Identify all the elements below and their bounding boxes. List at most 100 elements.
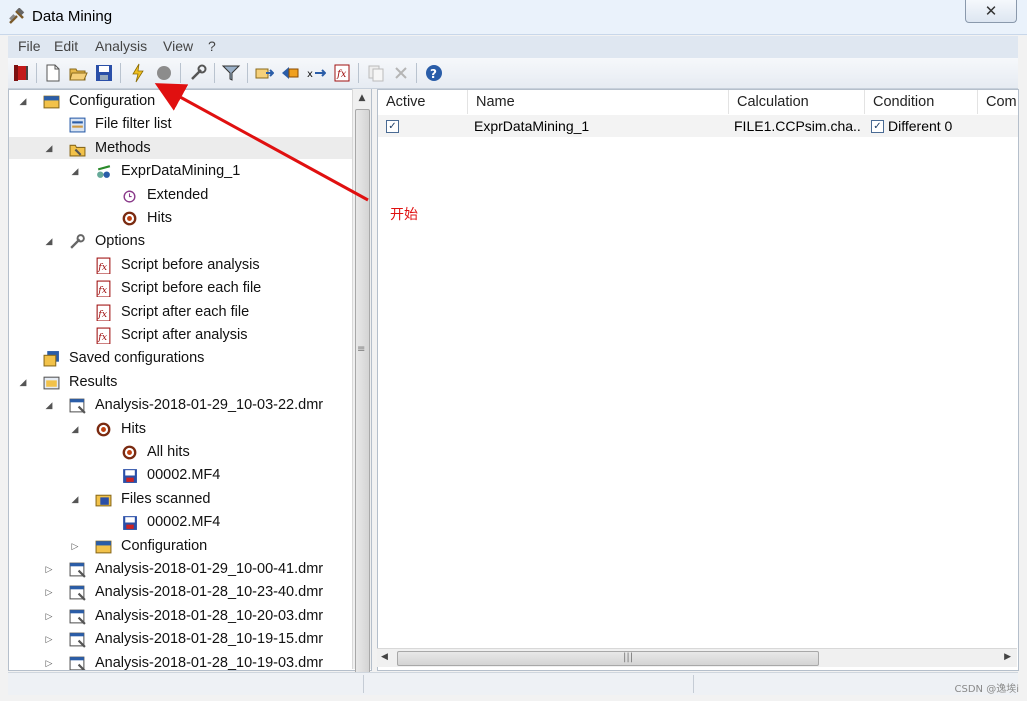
tree-item[interactable]: Saved configurations (9, 347, 353, 369)
tree-item[interactable]: 00002.MF4 (9, 511, 353, 533)
active-checkbox[interactable]: ✓ (386, 120, 399, 133)
hits-icon (122, 445, 137, 460)
scroll-thumb[interactable] (355, 109, 370, 676)
svg-text:fx: fx (97, 285, 108, 296)
tree-item[interactable]: ◢ Configuration (9, 90, 353, 112)
extended-icon (123, 190, 136, 203)
tree-item[interactable]: ◢ Files scanned (9, 488, 353, 510)
column-header-active[interactable]: Active (378, 90, 468, 114)
tree-item-label: 00002.MF4 (147, 467, 221, 484)
collapse-arrow-icon[interactable]: ◢ (43, 137, 55, 159)
toolbar-separator (247, 63, 248, 83)
tree-item[interactable]: ◢ Options (9, 230, 353, 252)
new-icon[interactable] (43, 63, 63, 83)
expression-icon (97, 165, 111, 179)
menu-analysis[interactable]: Analysis (95, 38, 147, 54)
tree-item[interactable]: ◢ Hits (9, 418, 353, 440)
collapse-arrow-icon[interactable]: ◢ (17, 371, 29, 393)
tree-vertical-scrollbar[interactable]: ▲ ≡ (352, 89, 371, 676)
column-header-comment[interactable]: Com (978, 90, 1018, 114)
expand-arrow-icon[interactable]: ▷ (43, 628, 55, 650)
tree-item-label: Hits (121, 420, 146, 437)
tree-item[interactable]: ◢ ExprDataMining_1 (9, 160, 353, 182)
expand-arrow-icon[interactable]: ▷ (43, 605, 55, 627)
collapse-arrow-icon[interactable]: ◢ (17, 90, 29, 112)
tree-item[interactable]: ▷ Analysis-2018-01-29_10-00-41.dmr (9, 558, 353, 580)
collapse-arrow-icon[interactable]: ◢ (43, 394, 55, 416)
tree-item[interactable]: ◢ Methods (9, 136, 353, 159)
table-row[interactable]: ✓ ExprDataMining_1 FILE1.CCPsim.cha... ✓… (378, 115, 1018, 137)
row-condition: Different 0 (888, 118, 953, 134)
help-icon[interactable]: ? (424, 63, 444, 83)
export-icon[interactable] (254, 63, 274, 83)
column-header-calculation[interactable]: Calculation (729, 90, 865, 114)
scroll-left-icon[interactable]: ◀ (381, 652, 388, 662)
script-icon: fx (96, 304, 111, 321)
column-header-condition[interactable]: Condition (865, 90, 978, 114)
scroll-right-icon[interactable]: ▶ (1004, 652, 1011, 662)
expand-arrow-icon[interactable]: ▷ (43, 558, 55, 580)
scroll-thumb[interactable]: ||| (397, 651, 819, 666)
toolbar-separator (214, 63, 215, 83)
analysis-file-icon (69, 656, 86, 670)
condition-checkbox[interactable]: ✓ (871, 120, 884, 133)
start-icon[interactable] (128, 63, 148, 83)
analysis-file-icon (69, 585, 86, 602)
tree-item-label: Analysis-2018-01-28_10-19-03.dmr (95, 654, 324, 671)
tree-item[interactable]: Hits (9, 207, 353, 229)
tree-item[interactable]: File filter list (9, 113, 353, 135)
collapse-arrow-icon[interactable]: ◢ (69, 160, 81, 182)
status-separator (363, 675, 364, 693)
expand-arrow-icon[interactable]: ▷ (43, 581, 55, 603)
tree-item[interactable]: ▷ Configuration (9, 535, 353, 557)
collapse-arrow-icon[interactable]: ◢ (43, 230, 55, 252)
tree-item[interactable]: fx Script before analysis (9, 254, 353, 276)
save-icon[interactable] (94, 63, 114, 83)
tree-item-label: Analysis-2018-01-29_10-03-22.dmr (95, 397, 324, 414)
script-icon: fx (96, 280, 111, 298)
tree-item[interactable]: All hits (9, 441, 353, 463)
toolbar: x fx ? (8, 58, 1018, 89)
close-button[interactable]: ✕ (965, 0, 1017, 23)
import-icon[interactable] (280, 63, 300, 83)
copy-icon[interactable] (366, 63, 386, 83)
menu-file[interactable]: File (18, 38, 41, 54)
tree-item[interactable]: fx Script before each file (9, 277, 353, 299)
scroll-up-icon[interactable]: ▲ (353, 89, 371, 107)
menu-edit[interactable]: Edit (54, 38, 78, 54)
analysis-file-icon (69, 398, 86, 414)
collapse-arrow-icon[interactable]: ◢ (69, 488, 81, 510)
tree-item[interactable]: 00002.MF4 (9, 464, 353, 486)
settings-icon[interactable] (188, 63, 208, 83)
script-icon[interactable]: fx (332, 63, 352, 83)
menu-bar: File Edit Analysis View ? (8, 36, 1018, 58)
exit-icon[interactable] (12, 63, 32, 83)
variable-icon[interactable]: x (306, 63, 326, 83)
configuration-tree[interactable]: ◢ Configuration File filter list ◢ Methods ◢ E… (8, 89, 372, 671)
tree-item-label: Script before each file (121, 280, 262, 297)
tree-item-label: Analysis-2018-01-29_10-00-41.dmr (95, 561, 324, 577)
open-icon[interactable] (68, 63, 88, 83)
tree-item[interactable]: fx Script after analysis (9, 324, 353, 346)
tree-item[interactable]: ◢ Results (9, 371, 353, 393)
list-horizontal-scrollbar[interactable]: ◀ ||| ▶ (377, 648, 1017, 667)
tree-item[interactable]: Extended (9, 184, 353, 206)
menu-help[interactable]: ? (208, 38, 216, 54)
configuration-icon (95, 540, 112, 553)
analysis-file-icon (69, 632, 86, 648)
delete-icon[interactable] (391, 63, 411, 83)
column-header-name[interactable]: Name (468, 90, 729, 114)
filter-icon[interactable] (221, 63, 241, 83)
tree-item[interactable]: fx Script after each file (9, 301, 353, 323)
expand-arrow-icon[interactable]: ▷ (43, 652, 55, 670)
tree-item[interactable]: ◢ Analysis-2018-01-29_10-03-22.dmr (9, 394, 353, 416)
expand-arrow-icon[interactable]: ▷ (69, 535, 81, 557)
menu-view[interactable]: View (163, 38, 193, 54)
tree-item-label: Analysis-2018-01-28_10-19-15.dmr (95, 631, 324, 648)
stop-icon[interactable] (154, 63, 174, 83)
tree-item[interactable]: ▷ Analysis-2018-01-28_10-19-15.dmr (9, 628, 353, 650)
collapse-arrow-icon[interactable]: ◢ (69, 418, 81, 440)
tree-item[interactable]: ▷ Analysis-2018-01-28_10-20-03.dmr (9, 605, 353, 627)
tree-item[interactable]: ▷ Analysis-2018-01-28_10-23-40.dmr (9, 581, 353, 603)
tree-item[interactable]: ▷ Analysis-2018-01-28_10-19-03.dmr (9, 652, 353, 671)
